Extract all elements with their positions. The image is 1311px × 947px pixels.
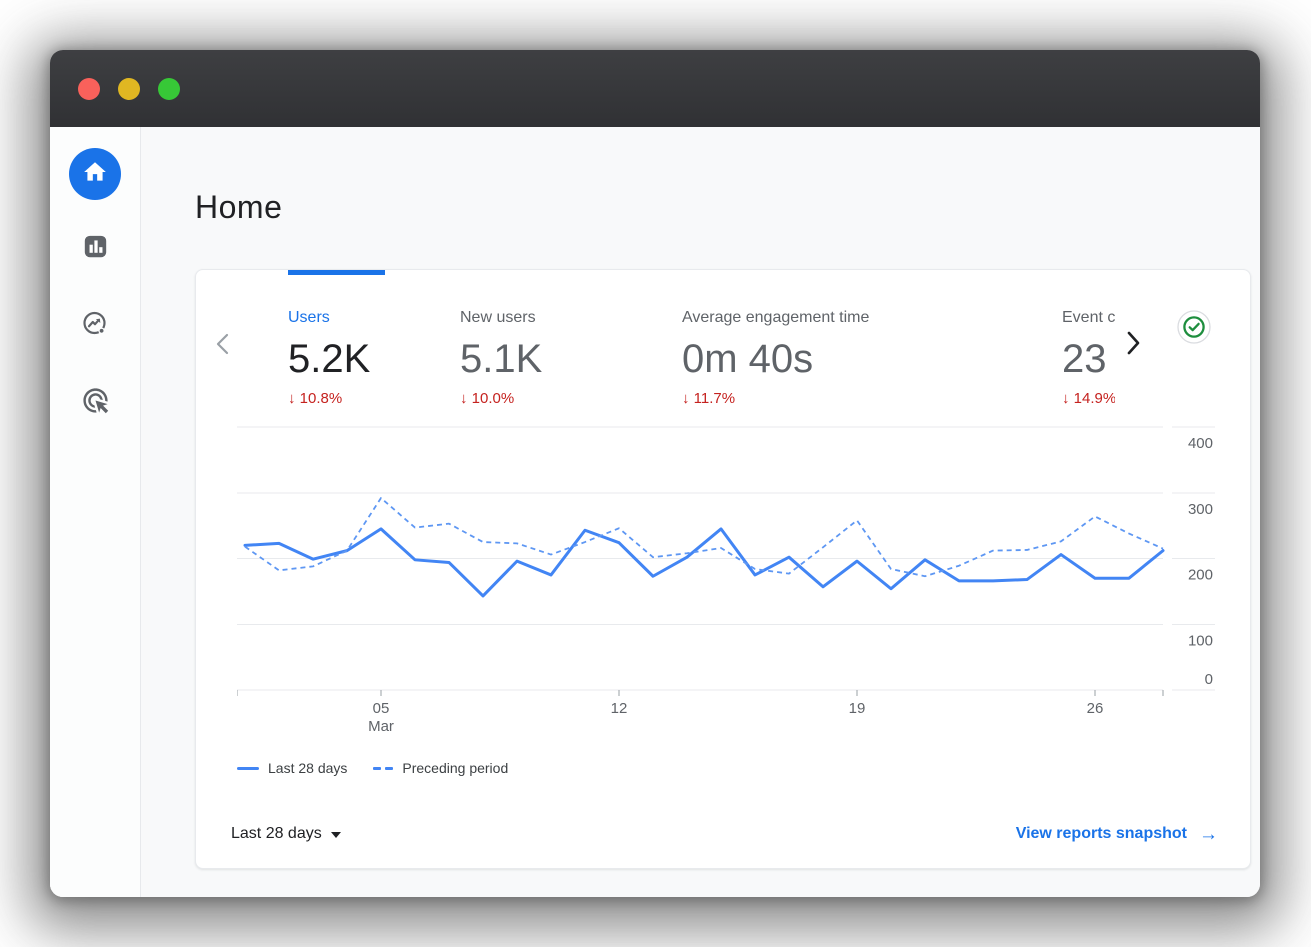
carousel-next-button[interactable] bbox=[1126, 330, 1141, 359]
app-window: Home Users 5.2K ↓ 10.8% New users 5.1 bbox=[50, 50, 1260, 897]
line-chart-svg: 0 100 200 300 400 05Mar 12 19 26 bbox=[237, 423, 1227, 735]
metric-value: 23 bbox=[1062, 337, 1115, 381]
data-quality-badge[interactable] bbox=[1177, 310, 1211, 344]
sidebar-item-home[interactable] bbox=[69, 148, 121, 200]
sidebar-item-explore[interactable] bbox=[81, 310, 109, 343]
date-range-selector[interactable]: Last 28 days bbox=[231, 825, 341, 843]
metrics-carousel: Users 5.2K ↓ 10.8% New users 5.1K ↓ 10.0… bbox=[288, 298, 1115, 416]
svg-text:12: 12 bbox=[611, 700, 628, 717]
metric-tab-new-users[interactable]: New users 5.1K ↓ 10.0% bbox=[460, 298, 682, 407]
carousel-prev-button[interactable] bbox=[216, 333, 229, 358]
zoom-button[interactable] bbox=[158, 78, 180, 100]
view-link-label: View reports snapshot bbox=[1016, 825, 1187, 843]
metric-tab-event-count[interactable]: Event count 23 ↓ 14.9% bbox=[1062, 298, 1115, 407]
caret-down-icon bbox=[331, 832, 341, 838]
svg-text:0: 0 bbox=[1205, 671, 1213, 688]
svg-text:200: 200 bbox=[1188, 567, 1213, 584]
legend-label: Preceding period bbox=[402, 760, 508, 776]
svg-text:100: 100 bbox=[1188, 632, 1213, 649]
view-reports-snapshot-link[interactable]: View reports snapshot → bbox=[1016, 825, 1218, 844]
metric-change-down: ↓ 10.0% bbox=[460, 390, 682, 407]
minimize-button[interactable] bbox=[118, 78, 140, 100]
metric-label: Users bbox=[288, 308, 460, 327]
home-icon bbox=[82, 159, 108, 190]
window-body: Home Users 5.2K ↓ 10.8% New users 5.1 bbox=[50, 127, 1260, 897]
legend-item-current: Last 28 days bbox=[237, 760, 347, 776]
date-range-label: Last 28 days bbox=[231, 825, 322, 843]
metric-value: 0m 40s bbox=[682, 337, 1062, 381]
selected-metric-underline bbox=[288, 270, 385, 275]
sidebar-item-reports[interactable] bbox=[82, 233, 109, 265]
overview-card: Users 5.2K ↓ 10.8% New users 5.1K ↓ 10.0… bbox=[195, 269, 1251, 869]
users-trend-chart: 0 100 200 300 400 05Mar 12 19 26 bbox=[237, 423, 1227, 740]
chevron-left-icon bbox=[216, 343, 229, 358]
metric-label: New users bbox=[460, 308, 682, 327]
sidebar-item-advertising[interactable] bbox=[81, 386, 110, 420]
check-circle-icon bbox=[1177, 331, 1211, 348]
svg-text:Mar: Mar bbox=[368, 718, 394, 735]
page-title: Home bbox=[195, 187, 1260, 227]
svg-text:19: 19 bbox=[849, 700, 866, 717]
explore-trend-icon bbox=[81, 310, 109, 343]
svg-text:300: 300 bbox=[1188, 501, 1213, 518]
metric-change-down: ↓ 11.7% bbox=[682, 390, 1062, 407]
legend-label: Last 28 days bbox=[268, 760, 347, 776]
window-titlebar bbox=[50, 50, 1260, 127]
solid-line-swatch bbox=[237, 767, 259, 770]
main-content: Home Users 5.2K ↓ 10.8% New users 5.1 bbox=[141, 127, 1260, 897]
dashed-line-swatch bbox=[373, 767, 393, 770]
metric-label: Average engagement time bbox=[682, 308, 1062, 327]
metric-value: 5.1K bbox=[460, 337, 682, 381]
metric-tab-avg-engagement-time[interactable]: Average engagement time 0m 40s ↓ 11.7% bbox=[682, 298, 1062, 407]
sidebar-nav bbox=[50, 127, 141, 897]
close-button[interactable] bbox=[78, 78, 100, 100]
metric-change-down: ↓ 14.9% bbox=[1062, 390, 1115, 407]
svg-text:05: 05 bbox=[373, 700, 390, 717]
svg-text:400: 400 bbox=[1188, 435, 1213, 452]
legend-item-preceding: Preceding period bbox=[373, 760, 508, 776]
card-footer: Last 28 days View reports snapshot → bbox=[196, 806, 1250, 868]
bar-chart-icon bbox=[82, 233, 109, 265]
arrow-right-icon: → bbox=[1199, 825, 1218, 844]
metric-change-down: ↓ 10.8% bbox=[288, 390, 460, 407]
chevron-right-icon bbox=[1126, 344, 1141, 359]
metric-value: 5.2K bbox=[288, 337, 460, 381]
chart-legend: Last 28 days Preceding period bbox=[237, 760, 508, 776]
metric-tab-users[interactable]: Users 5.2K ↓ 10.8% bbox=[288, 298, 460, 407]
svg-text:26: 26 bbox=[1087, 700, 1104, 717]
ads-click-icon bbox=[81, 386, 110, 420]
metric-label: Event count bbox=[1062, 308, 1115, 327]
